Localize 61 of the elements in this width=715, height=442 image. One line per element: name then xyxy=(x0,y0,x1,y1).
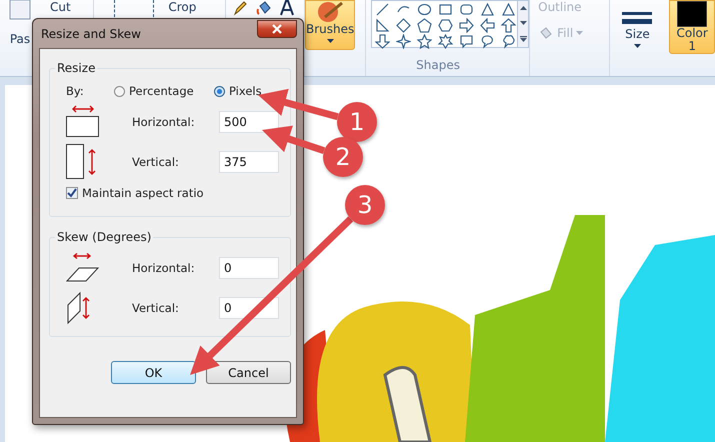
shape-icon xyxy=(501,2,516,16)
shape-icon xyxy=(417,34,432,48)
color-1-button[interactable]: Color 1 xyxy=(669,0,715,54)
shape-icon xyxy=(396,18,412,32)
field-label: Horizontal: xyxy=(132,261,196,275)
shape-icon xyxy=(459,34,474,48)
shape-icon xyxy=(417,2,432,16)
dialog-button[interactable]: Cancel xyxy=(206,361,291,384)
pencil-icon xyxy=(232,0,248,16)
shape-icon xyxy=(375,34,390,48)
shape-icon xyxy=(438,34,454,48)
close-icon xyxy=(272,24,282,34)
dropdown-caret-icon xyxy=(576,31,584,35)
shape-icon xyxy=(438,18,454,32)
cut-label[interactable]: Cut xyxy=(50,0,71,14)
close-button[interactable] xyxy=(257,20,297,38)
annotation-arrow xyxy=(262,126,326,154)
checkmark-icon xyxy=(67,188,77,198)
color-swatch-icon xyxy=(677,1,708,27)
shape-icon xyxy=(480,34,496,48)
shape-icon xyxy=(375,18,390,32)
group-title: Skew (Degrees) xyxy=(55,230,154,244)
by-label: By: xyxy=(66,84,85,98)
radio-option[interactable]: Pixels xyxy=(214,84,262,98)
shape-icon xyxy=(480,2,496,16)
field-label: Vertical: xyxy=(132,155,180,169)
dropdown-caret-icon xyxy=(326,39,334,43)
group-title: Resize xyxy=(55,61,98,75)
input-field[interactable]: 375 xyxy=(219,151,279,173)
size-button[interactable]: Size xyxy=(614,0,662,50)
input-field[interactable]: 0 xyxy=(219,257,279,279)
paste-label[interactable]: Pas xyxy=(10,32,30,46)
gallery-scrollbar[interactable] xyxy=(518,0,530,48)
scroll-up-icon xyxy=(520,6,527,10)
field-label: Horizontal: xyxy=(132,115,196,129)
resize-horizontal-icon xyxy=(66,105,100,139)
input-field[interactable]: 500 xyxy=(219,111,279,133)
skew-horizontal-icon xyxy=(66,253,100,283)
shape-icon xyxy=(396,34,412,48)
shape-icon xyxy=(459,2,474,16)
window-title: Resize and Skew xyxy=(40,26,141,40)
brushes-button[interactable]: Brushes xyxy=(305,0,356,50)
expand-gallery-icon xyxy=(520,36,527,42)
radio-option[interactable]: Percentage xyxy=(114,84,214,98)
shape-icon xyxy=(501,34,516,48)
shape-icon xyxy=(375,2,390,16)
paint-bucket-icon xyxy=(538,26,554,40)
clipboard-icon xyxy=(8,0,32,20)
shape-icon xyxy=(438,2,454,16)
shape-icon xyxy=(480,18,496,32)
dropdown-caret-icon xyxy=(634,44,641,48)
dialog-button[interactable]: OK xyxy=(111,361,196,384)
shape-icon xyxy=(417,18,432,32)
shape-icon xyxy=(459,18,474,32)
brush-icon xyxy=(315,1,346,23)
checkbox-option[interactable]: Maintain aspect ratio xyxy=(66,182,282,204)
field-label: Vertical: xyxy=(132,301,180,315)
shape-icon xyxy=(501,18,516,32)
shapes-group-label: Shapes xyxy=(416,58,460,72)
paint-bucket-icon xyxy=(256,0,272,16)
scroll-down-icon xyxy=(520,20,527,25)
